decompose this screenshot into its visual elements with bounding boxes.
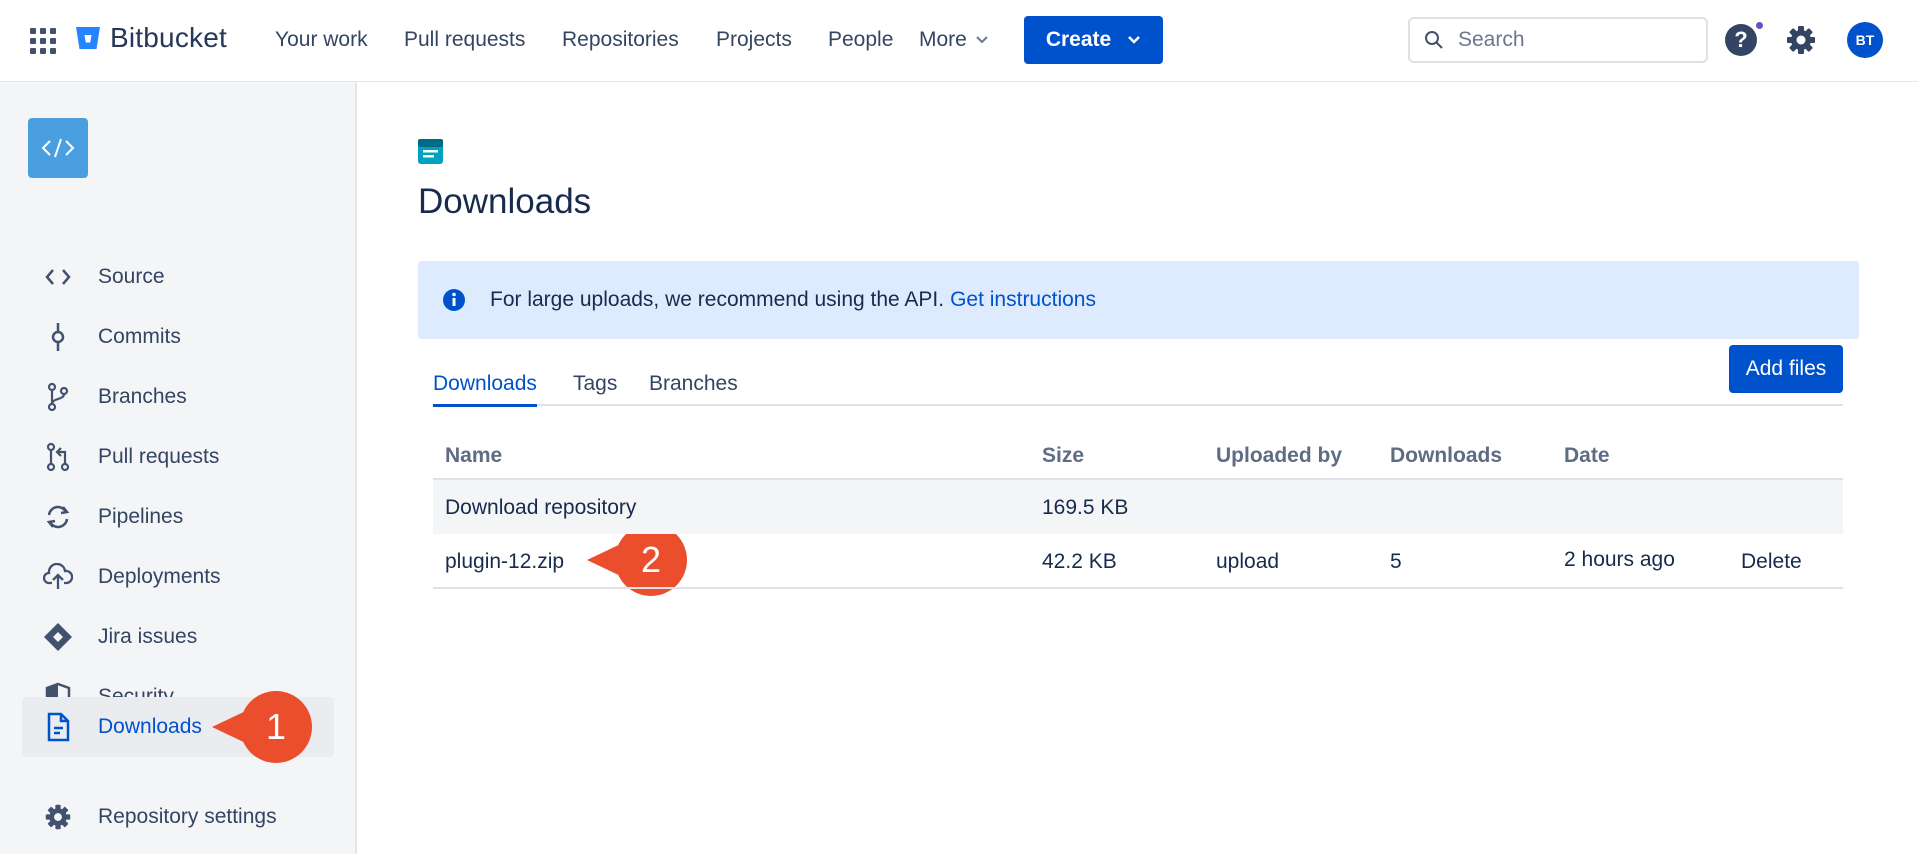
- sidebar-item-jira-issues[interactable]: Jira issues: [22, 607, 334, 667]
- sidebar-item-label: Source: [98, 265, 165, 288]
- nav-projects[interactable]: Projects: [716, 28, 792, 52]
- brand-name: Bitbucket: [110, 22, 227, 53]
- bitbucket-logo[interactable]: Bitbucket: [74, 22, 227, 54]
- sidebar-item-label: Jira issues: [98, 625, 198, 648]
- sidebar-item-label: Deployments: [98, 565, 221, 588]
- sidebar-item-repository-settings[interactable]: Repository settings: [22, 787, 334, 847]
- top-navigation: Bitbucket Your work Pull requests Reposi…: [0, 0, 1918, 82]
- column-header-name: Name: [445, 444, 503, 467]
- file-size: 169.5 KB: [1042, 496, 1129, 519]
- file-size: 42.2 KB: [1042, 550, 1117, 573]
- sidebar-item-deployments[interactable]: Deployments: [22, 547, 334, 607]
- add-files-button[interactable]: Add files: [1729, 345, 1843, 393]
- banner-text: For large uploads, we recommend using th…: [490, 288, 945, 311]
- deployments-icon: [40, 559, 76, 595]
- column-header-date: Date: [1564, 444, 1610, 467]
- info-banner: For large uploads, we recommend using th…: [418, 261, 1859, 339]
- sidebar-item-label: Downloads: [98, 715, 202, 738]
- info-icon: [443, 289, 465, 311]
- search-input[interactable]: [1458, 28, 1688, 52]
- tab-tags[interactable]: Tags: [573, 372, 617, 404]
- sidebar-item-branches[interactable]: Branches: [22, 367, 334, 427]
- nav-pull-requests[interactable]: Pull requests: [404, 28, 525, 52]
- get-instructions-link[interactable]: Get instructions: [950, 288, 1096, 312]
- table-header-row: Name Size Uploaded by Downloads Date: [433, 434, 1843, 480]
- sidebar-item-pipelines[interactable]: Pipelines: [22, 487, 334, 547]
- chevron-down-icon: [976, 36, 988, 44]
- search-box[interactable]: [1408, 17, 1708, 63]
- nav-more[interactable]: More: [919, 28, 989, 52]
- jira-icon: [40, 619, 76, 655]
- notification-dot: [1754, 20, 1765, 31]
- download-count: 5: [1390, 550, 1402, 573]
- app-switcher-icon[interactable]: [30, 28, 56, 54]
- help-icon[interactable]: ?: [1725, 24, 1757, 56]
- source-icon: [40, 259, 76, 295]
- nav-your-work[interactable]: Your work: [275, 28, 368, 52]
- sidebar-item-label: Pipelines: [98, 505, 184, 528]
- sidebar-item-label: Branches: [98, 385, 187, 408]
- search-icon: [1425, 31, 1443, 49]
- nav-people[interactable]: People: [828, 28, 893, 52]
- upload-date: 2 hours ago: [1564, 548, 1675, 571]
- sidebar-item-commits[interactable]: Commits: [22, 307, 334, 367]
- file-name-link[interactable]: plugin-12.zip: [445, 550, 564, 574]
- table-row: Download repository 169.5 KB: [433, 480, 1843, 534]
- nav-repositories[interactable]: Repositories: [562, 28, 679, 52]
- tab-bar: Downloads Tags Branches: [433, 362, 1843, 407]
- tab-branches[interactable]: Branches: [649, 372, 738, 404]
- column-header-downloads: Downloads: [1390, 444, 1503, 467]
- document-icon: [40, 709, 76, 745]
- sidebar-item-label: Repository settings: [98, 805, 277, 828]
- sidebar-item-label: Pull requests: [98, 445, 220, 468]
- commit-icon: [40, 319, 76, 355]
- settings-gear-icon[interactable]: [1785, 24, 1817, 56]
- callout-number: 1: [265, 706, 287, 747]
- repository-avatar[interactable]: [28, 118, 88, 178]
- code-icon: [41, 138, 75, 158]
- pull-request-icon: [40, 439, 76, 475]
- tab-downloads[interactable]: Downloads: [433, 372, 537, 407]
- sidebar-item-label: Commits: [98, 325, 181, 348]
- downloads-page-icon: [418, 139, 443, 164]
- pipelines-icon: [40, 499, 76, 535]
- uploaded-by: upload: [1216, 550, 1280, 573]
- sidebar-item-pull-requests[interactable]: Pull requests: [22, 427, 334, 487]
- column-header-uploaded-by: Uploaded by: [1216, 444, 1343, 467]
- sidebar-item-source[interactable]: Source: [22, 247, 334, 307]
- bitbucket-logo-icon: [76, 27, 100, 49]
- branch-icon: [40, 379, 76, 415]
- download-repository-link[interactable]: Download repository: [445, 496, 636, 520]
- delete-link[interactable]: Delete: [1741, 550, 1802, 574]
- gear-icon: [40, 799, 76, 835]
- nav-more-label: More: [919, 28, 967, 51]
- create-button[interactable]: Create: [1024, 16, 1163, 64]
- callout-marker-1: 1: [212, 691, 312, 763]
- column-header-size: Size: [1042, 444, 1085, 467]
- page-title: Downloads: [418, 182, 592, 221]
- table-row: plugin-12.zip 42.2 KB upload 5 2 hours a…: [433, 534, 1843, 589]
- avatar[interactable]: BT: [1847, 22, 1883, 58]
- chevron-down-icon: [1128, 36, 1141, 44]
- create-button-label: Create: [1045, 28, 1112, 51]
- downloads-table: Name Size Uploaded by Downloads Date Dow…: [433, 434, 1843, 589]
